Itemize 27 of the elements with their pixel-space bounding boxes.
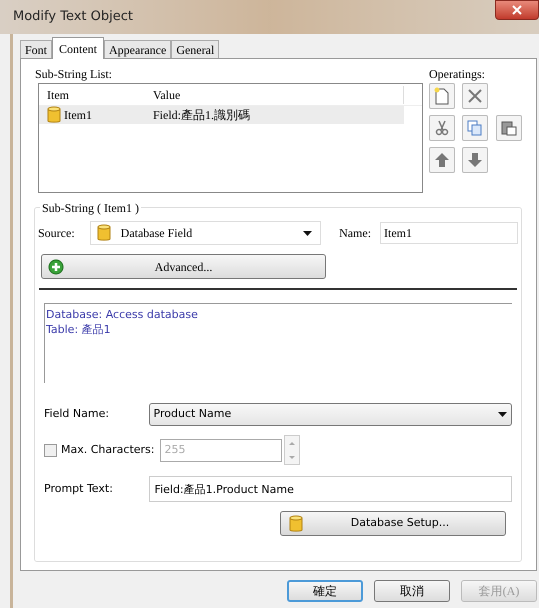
column-header: Item <box>46 86 70 104</box>
tab[interactable]: Content <box>52 37 104 59</box>
name-label: Name: <box>339 225 372 242</box>
table-cell-text: Field:產品1.識別碼 <box>152 107 250 124</box>
info-text: Database: Access database <box>46 307 198 322</box>
tab[interactable]: Appearance <box>104 40 172 58</box>
field-name-label: Field Name: <box>44 406 110 422</box>
name-field[interactable]: Item1 <box>380 222 518 244</box>
prompt-text-label: Prompt Text: <box>44 480 114 497</box>
max-characters-label: Max. Characters: <box>61 442 154 458</box>
table-cell-text: Item1 <box>64 107 92 124</box>
prompt-text-field[interactable]: Field:產品1.Product Name <box>148 476 512 502</box>
list-row[interactable]: Item1 Field:產品1.識別碼 <box>39 106 404 124</box>
database-setup-button[interactable]: Database Setup... <box>280 511 506 536</box>
tab[interactable]: Font <box>20 40 52 58</box>
source-label: Source: <box>38 225 76 242</box>
dialog-button[interactable]: 確定 <box>287 580 363 602</box>
field-name-dropdown[interactable]: Product Name <box>148 403 512 426</box>
window-title: Modify Text Object <box>13 8 133 26</box>
operations-label: Operatings: <box>429 66 486 83</box>
tab[interactable]: General <box>171 40 220 58</box>
dialog-button[interactable]: 取消 <box>374 580 450 602</box>
advanced-button[interactable]: Advanced... <box>41 254 326 279</box>
source-dropdown[interactable]: Database Field <box>90 221 322 245</box>
list-label: Sub-String List: <box>35 66 114 83</box>
column-header: Value <box>149 86 404 104</box>
info-text: Table: 產品1 <box>46 322 111 337</box>
